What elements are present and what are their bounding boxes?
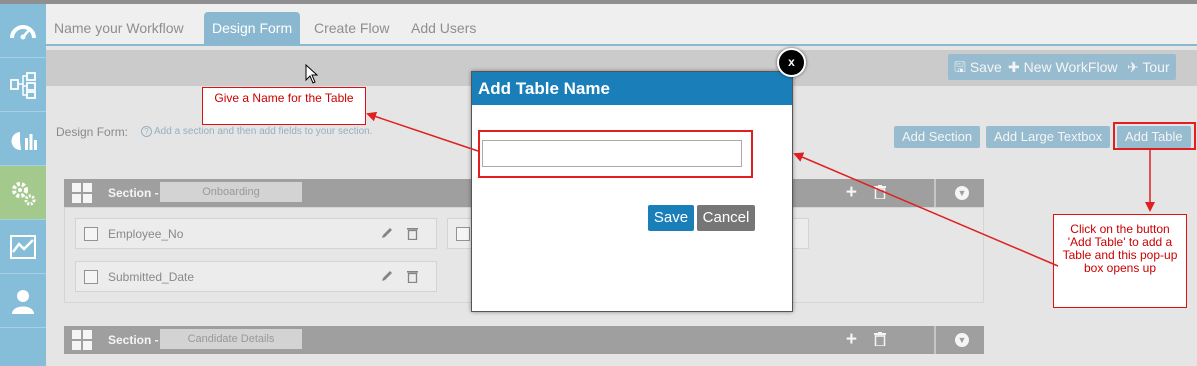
workflow-icon — [10, 71, 36, 99]
sidebar-item-settings[interactable] — [0, 166, 46, 220]
tab-design-form[interactable]: Design Form — [204, 12, 301, 44]
speedometer-icon — [10, 24, 36, 39]
sidebar-item-users[interactable] — [0, 274, 46, 328]
button-annotation-note: Click on the button 'Add Table' to add a… — [1053, 214, 1187, 308]
tab-add-users[interactable]: Add Users — [403, 12, 484, 44]
sidebar-item-reports[interactable] — [0, 112, 46, 166]
dialog-save-button[interactable]: Save — [648, 205, 694, 231]
dialog-cancel-button[interactable]: Cancel — [697, 205, 755, 231]
add-table-dialog: Add Table Name Save Cancel — [471, 71, 793, 312]
close-icon[interactable]: x — [777, 48, 806, 77]
sidebar-item-analytics[interactable] — [0, 220, 46, 274]
sidebar-item-workflow[interactable] — [0, 58, 46, 112]
gears-icon — [12, 181, 36, 205]
mouse-cursor-icon — [305, 64, 319, 84]
sidebar — [0, 4, 46, 366]
input-highlight-box — [478, 130, 753, 178]
chart-icon — [11, 131, 37, 150]
name-annotation-note: Give a Name for the Table — [202, 87, 366, 125]
workflow-tabs: Name your Workflow Design Form Create Fl… — [46, 8, 1197, 44]
tab-create-flow[interactable]: Create Flow — [306, 12, 397, 44]
trend-icon — [10, 234, 36, 259]
user-icon — [12, 289, 34, 314]
tab-name-workflow[interactable]: Name your Workflow — [46, 12, 192, 44]
sidebar-item-dashboard[interactable] — [0, 4, 46, 58]
add-table-highlight-box — [1113, 122, 1196, 150]
top-border — [0, 0, 1197, 4]
dialog-title: Add Table Name — [472, 72, 792, 105]
